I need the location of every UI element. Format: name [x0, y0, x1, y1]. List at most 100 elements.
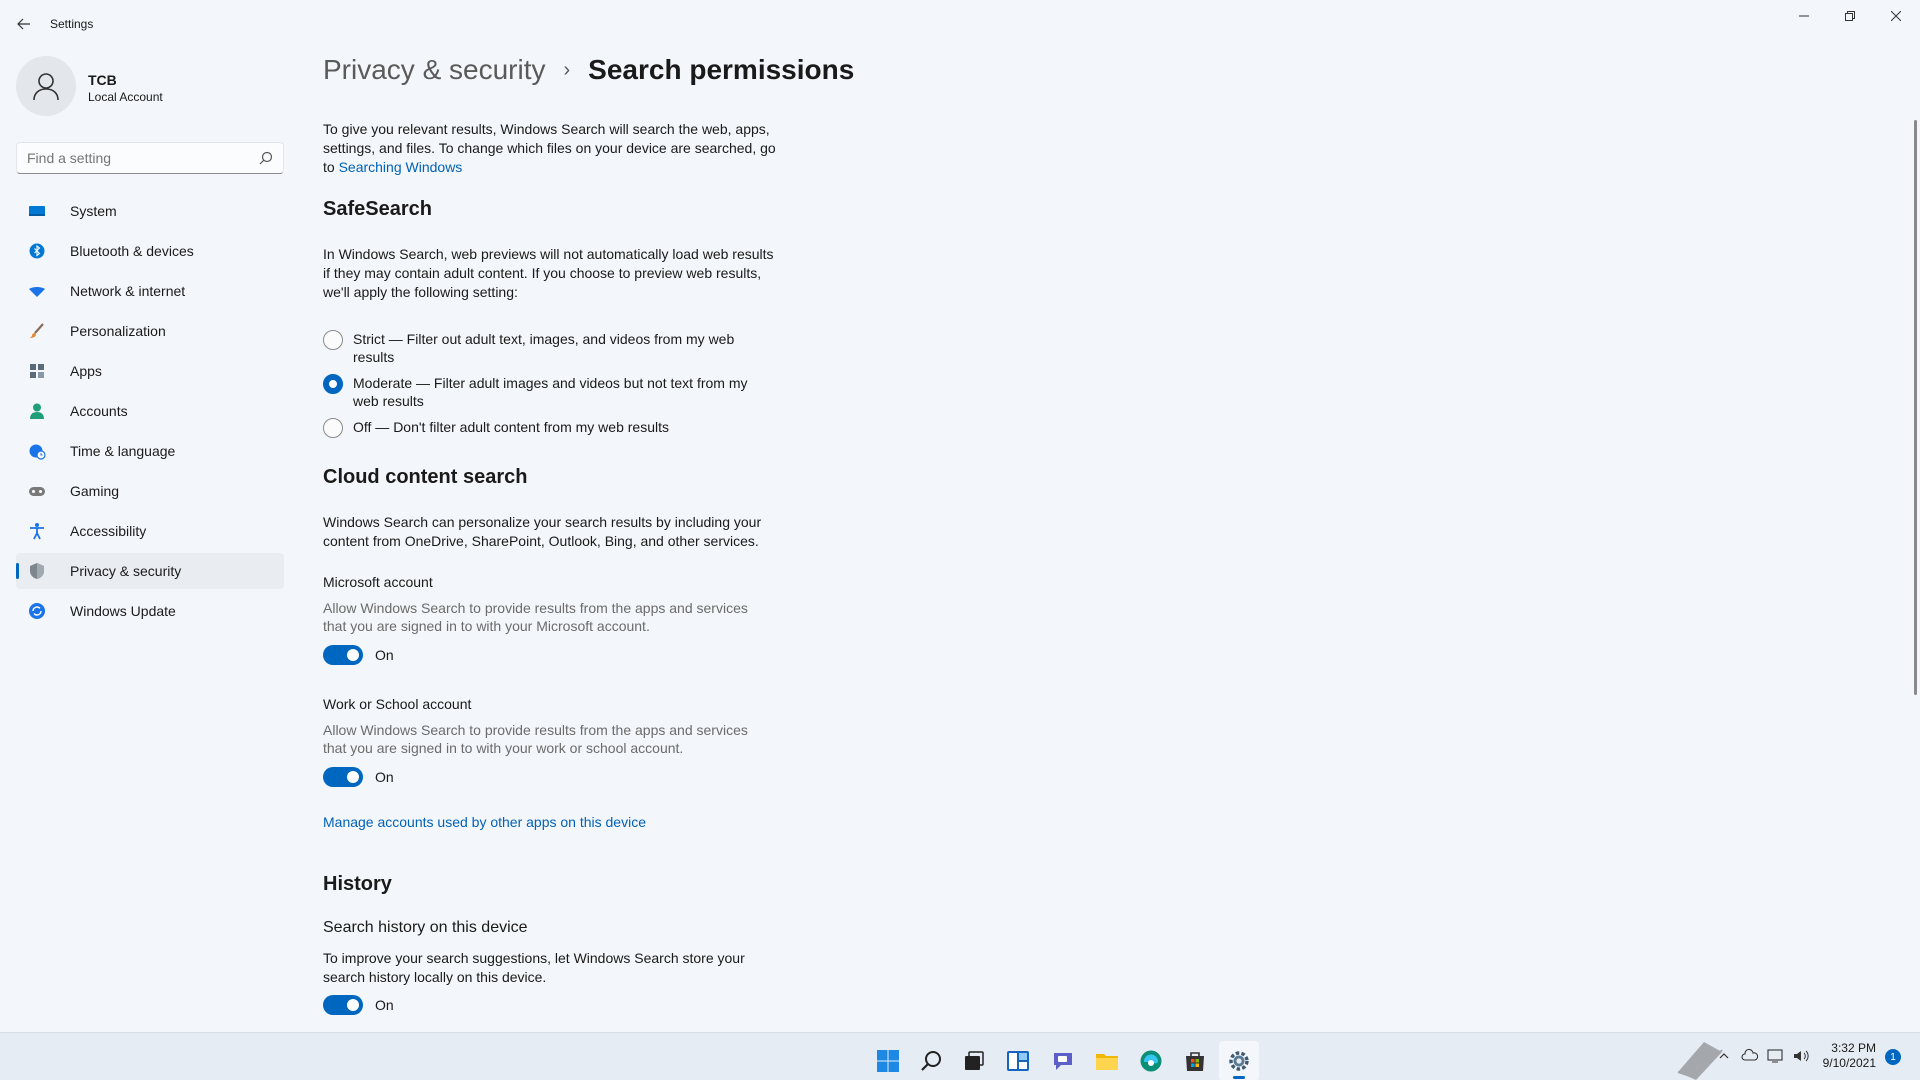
person-icon [28, 402, 46, 420]
gamepad-icon [28, 482, 46, 500]
sidebar-item-label: Accounts [70, 403, 128, 419]
file-explorer-icon[interactable] [1087, 1041, 1127, 1080]
taskbar-search-icon[interactable] [912, 1041, 952, 1080]
close-icon [1891, 11, 1901, 21]
search-history-toggle[interactable] [323, 995, 363, 1015]
sidebar-item-windows-update[interactable]: Windows Update [16, 593, 284, 629]
cloud-search-description: Windows Search can personalize your sear… [323, 514, 762, 549]
scrollbar[interactable] [1914, 120, 1917, 695]
page-title: Search permissions [588, 54, 855, 85]
sidebar-item-gaming[interactable]: Gaming [16, 473, 284, 509]
sidebar-item-label: Bluetooth & devices [70, 243, 194, 259]
microsoft-account-toggle[interactable] [323, 645, 363, 665]
radio-button-checked[interactable] [323, 374, 343, 394]
radio-button[interactable] [323, 418, 343, 438]
work-school-account-description: Allow Windows Search to provide results … [323, 722, 748, 756]
sidebar-item-bluetooth[interactable]: Bluetooth & devices [16, 233, 284, 269]
person-avatar-icon [33, 73, 59, 101]
microsoft-account-toggle-row: On [323, 645, 394, 665]
update-icon [28, 602, 46, 620]
breadcrumb-parent[interactable]: Privacy & security [323, 54, 546, 86]
sidebar-item-apps[interactable]: Apps [16, 353, 284, 389]
safesearch-option-moderate[interactable]: Moderate — Filter adult images and video… [323, 374, 783, 410]
toggle-state: On [375, 647, 394, 663]
find-setting-box [16, 142, 284, 174]
bluetooth-icon [28, 242, 46, 260]
user-profile[interactable]: TCB Local Account [16, 56, 286, 118]
toggle-state: On [375, 997, 394, 1013]
network-monitor-icon[interactable] [1767, 1048, 1785, 1064]
taskbar-clock[interactable]: 3:32 PM 9/10/2021 [1816, 1041, 1876, 1071]
breadcrumb: Privacy & security › Search permissions [323, 54, 854, 86]
widgets-icon[interactable] [998, 1041, 1038, 1080]
restore-button[interactable] [1827, 0, 1873, 32]
radio-label: Moderate — Filter adult images and video… [353, 375, 748, 409]
taskbar [0, 1032, 1920, 1080]
apps-icon [28, 362, 46, 380]
volume-icon[interactable] [1792, 1048, 1810, 1064]
toggle-state: On [375, 769, 394, 785]
safesearch-option-off[interactable]: Off — Don't filter adult content from my… [323, 418, 783, 438]
searching-windows-link[interactable]: Searching Windows [339, 159, 463, 175]
work-school-account-label: Work or School account [323, 696, 472, 712]
manage-accounts-link[interactable]: Manage accounts used by other apps on th… [323, 813, 783, 832]
search-history-label: Search history on this device [323, 919, 528, 936]
back-arrow-icon [17, 18, 30, 30]
sidebar-item-accessibility[interactable]: Accessibility [16, 513, 284, 549]
work-school-account-toggle[interactable] [323, 767, 363, 787]
radio-button[interactable] [323, 330, 343, 350]
windows-start-icon[interactable] [868, 1041, 908, 1080]
sidebar-nav: System Bluetooth & devices Network & int… [16, 193, 284, 633]
radio-label: Off — Don't filter adult content from my… [353, 419, 669, 435]
clock-date: 9/10/2021 [1822, 1056, 1876, 1070]
sidebar-item-label: Time & language [70, 443, 176, 459]
store-icon[interactable] [1175, 1041, 1215, 1080]
restore-icon [1845, 11, 1855, 21]
app-title: Settings [50, 17, 94, 31]
sidebar-item-label: System [70, 203, 117, 219]
sidebar-item-label: Personalization [70, 323, 166, 339]
work-school-account-toggle-row: On [323, 767, 394, 787]
system-icon [28, 202, 46, 220]
sidebar-item-accounts[interactable]: Accounts [16, 393, 284, 429]
wifi-icon [28, 282, 46, 300]
globe-clock-icon [28, 442, 46, 460]
breadcrumb-separator: › [563, 58, 571, 81]
back-button[interactable] [12, 12, 36, 36]
minimize-button[interactable] [1781, 0, 1827, 32]
shield-icon [28, 562, 46, 580]
chat-icon[interactable] [1043, 1041, 1083, 1080]
minimize-icon [1799, 15, 1809, 17]
brush-icon [28, 322, 46, 340]
sidebar-item-network[interactable]: Network & internet [16, 273, 284, 309]
profile-account-type: Local Account [88, 90, 163, 104]
safesearch-description: In Windows Search, web previews will not… [323, 246, 774, 300]
find-setting-input[interactable] [17, 143, 247, 173]
sidebar-item-personalization[interactable]: Personalization [16, 313, 284, 349]
task-view-icon[interactable] [954, 1041, 994, 1080]
notification-badge[interactable]: 1 [1885, 1049, 1901, 1065]
title-bar: Settings [0, 0, 1920, 48]
search-icon[interactable] [259, 151, 273, 165]
sidebar-item-label: Windows Update [70, 603, 176, 619]
search-history-description: To improve your search suggestions, let … [323, 950, 745, 985]
safesearch-option-strict[interactable]: Strict — Filter out adult text, images, … [323, 330, 783, 366]
intro-text: To give you relevant results, Windows Se… [323, 121, 776, 175]
onedrive-cloud-icon[interactable] [1741, 1048, 1759, 1064]
settings-icon[interactable] [1219, 1041, 1259, 1080]
microsoft-account-label: Microsoft account [323, 574, 433, 590]
sidebar-item-label: Network & internet [70, 283, 186, 299]
cloud-search-heading: Cloud content search [323, 466, 528, 488]
close-button[interactable] [1873, 0, 1919, 32]
sidebar-item-label: Accessibility [70, 523, 147, 539]
sidebar-item-label: Privacy & security [70, 563, 182, 579]
sidebar-item-privacy-security[interactable]: Privacy & security [16, 553, 284, 589]
sidebar-item-time-language[interactable]: Time & language [16, 433, 284, 469]
avatar [16, 56, 76, 116]
clock-time: 3:32 PM [1831, 1041, 1876, 1055]
sidebar-item-system[interactable]: System [16, 193, 284, 229]
edge-icon[interactable] [1131, 1041, 1171, 1080]
radio-label: Strict — Filter out adult text, images, … [353, 331, 735, 365]
chevron-up-icon[interactable] [1718, 1050, 1730, 1062]
accessibility-icon [28, 522, 46, 540]
